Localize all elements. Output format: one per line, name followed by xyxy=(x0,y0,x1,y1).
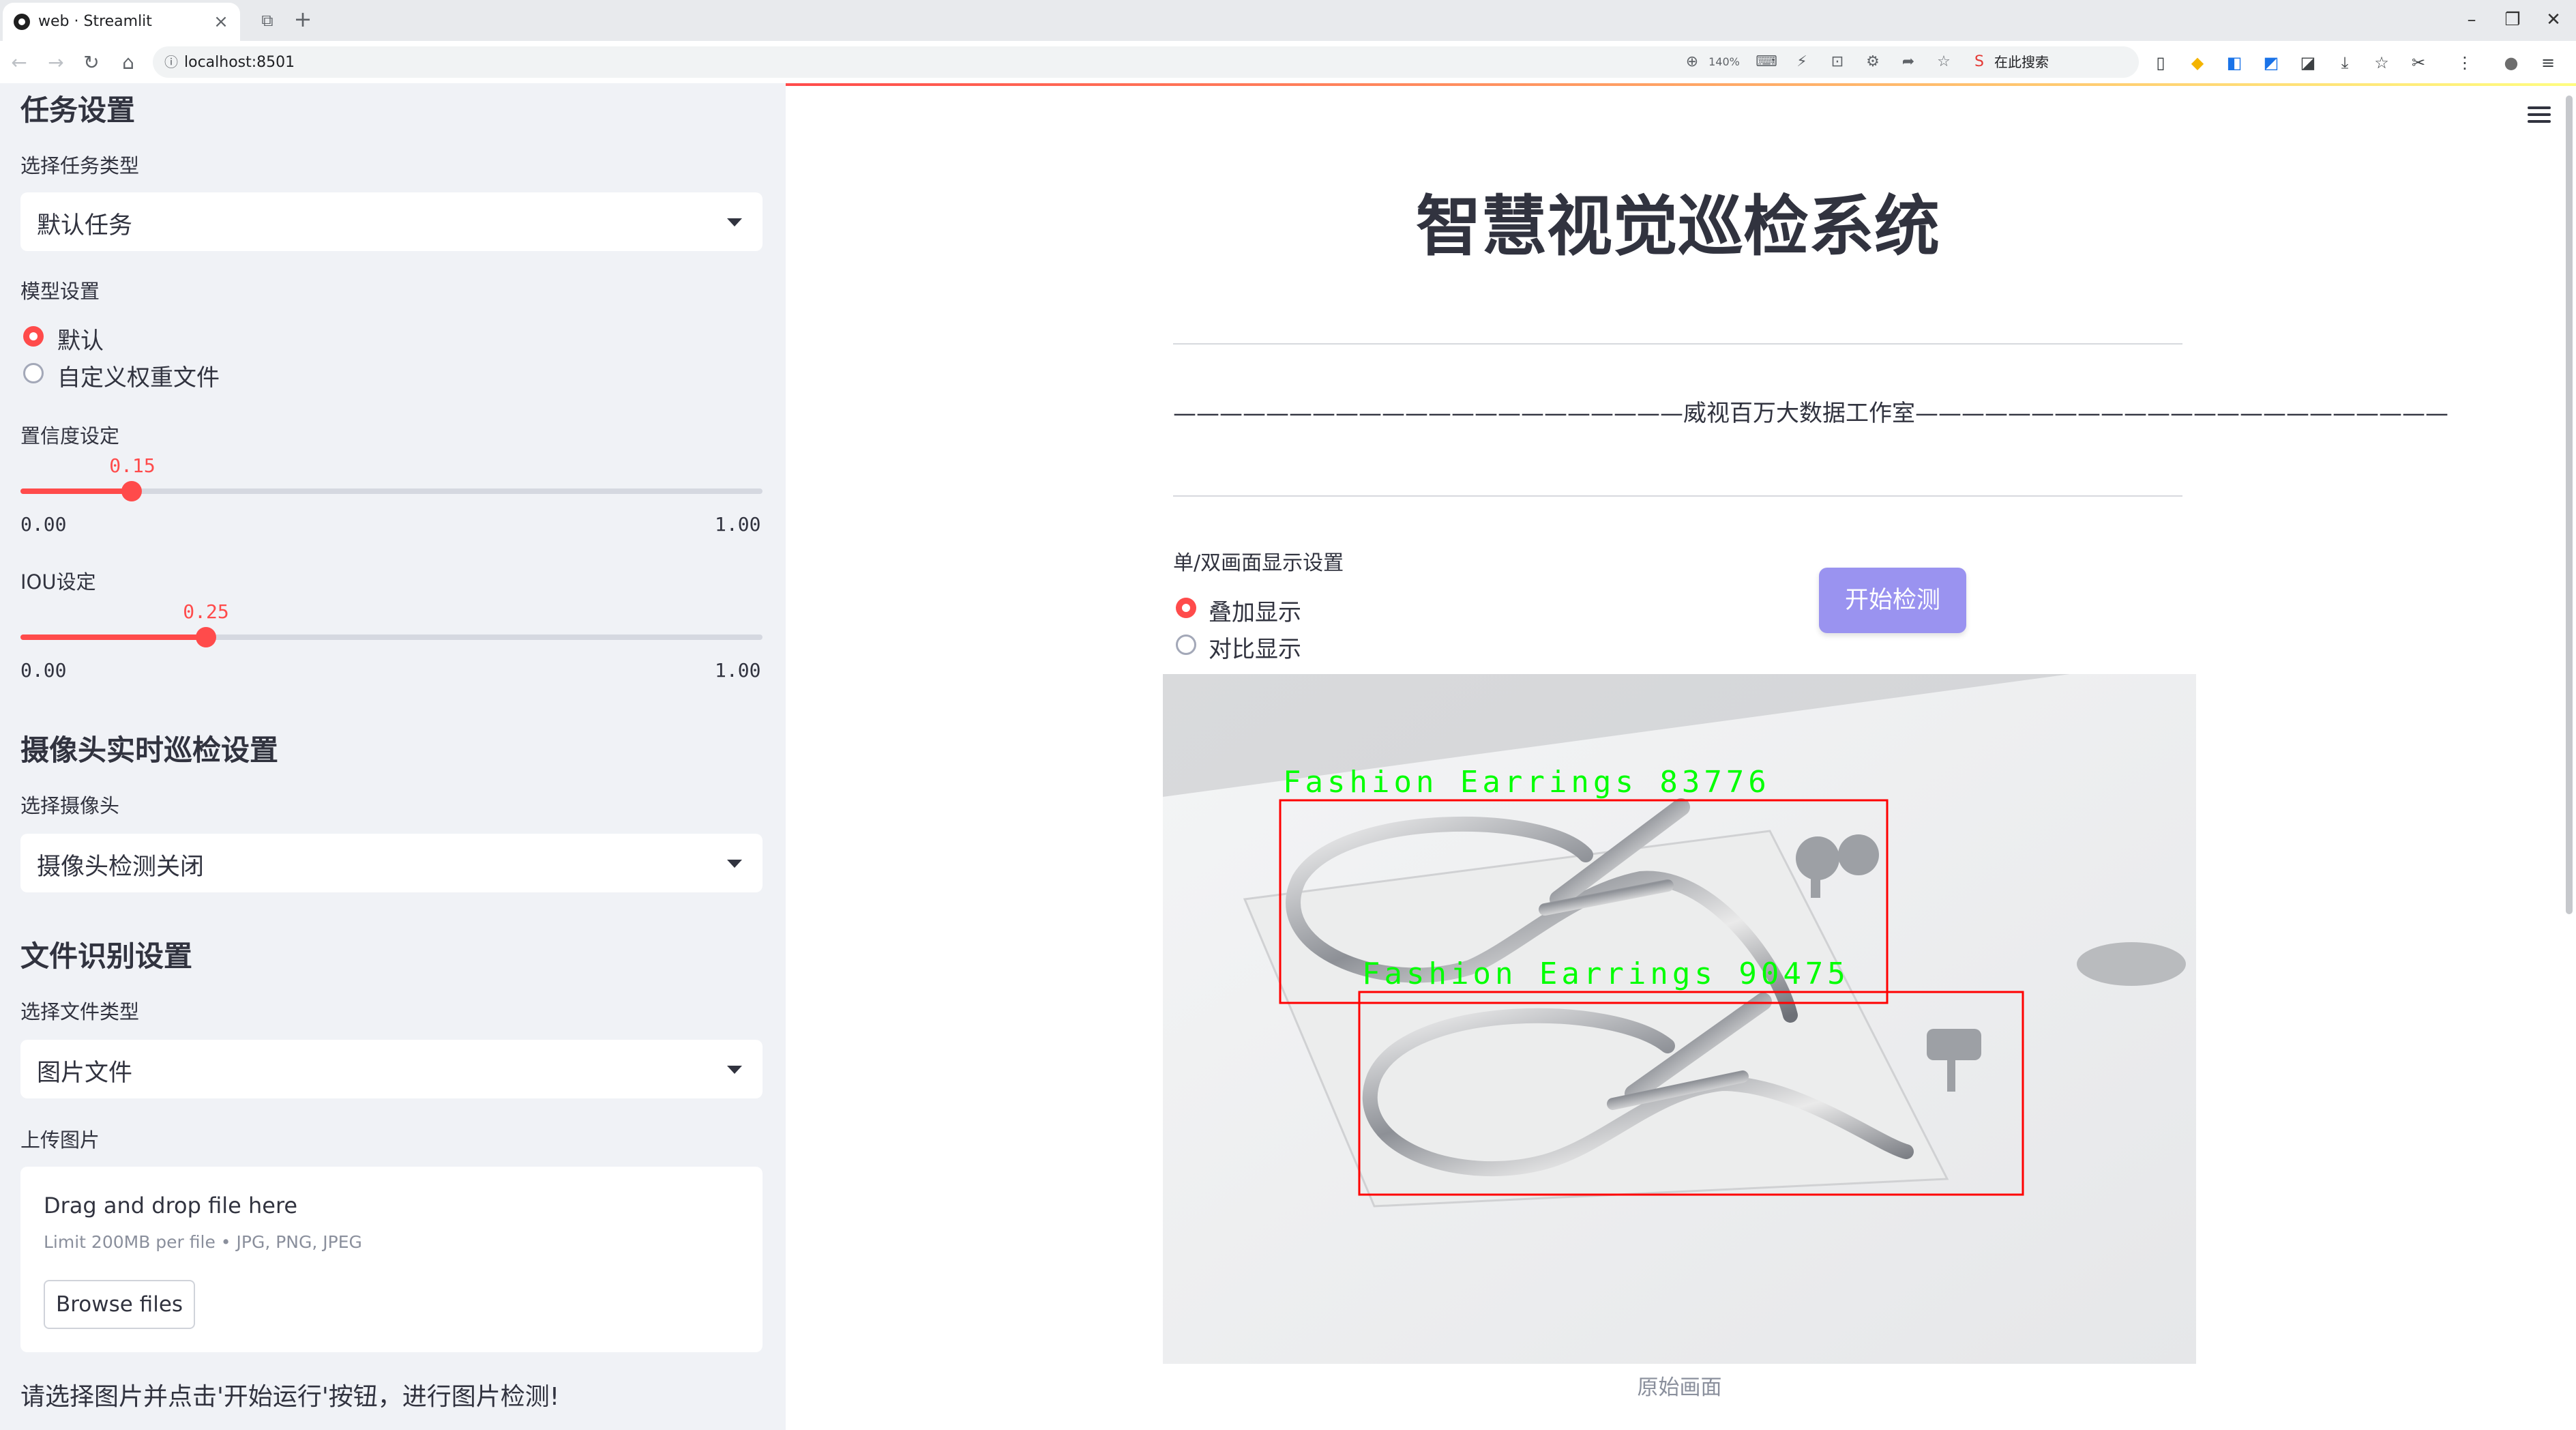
task-type-label: 选择任务类型 xyxy=(20,154,140,177)
hamburger-menu-icon[interactable] xyxy=(2528,106,2552,127)
display-radio-overlay[interactable] xyxy=(1176,598,1196,618)
iou-min: 0.00 xyxy=(20,659,67,682)
camera-section-title: 摄像头实时巡检设置 xyxy=(20,733,279,767)
site-info-icon[interactable]: ⓘ xyxy=(162,53,180,71)
iou-value: 0.25 xyxy=(183,600,229,623)
profile-avatar-icon[interactable]: ● xyxy=(2499,50,2523,75)
chevron-down-icon xyxy=(727,860,742,868)
file-type-select[interactable]: 图片文件 xyxy=(20,1040,763,1098)
camera-label: 选择摄像头 xyxy=(20,794,120,817)
new-tab-icon[interactable]: + xyxy=(289,5,316,33)
divider xyxy=(1173,495,2182,497)
screenshot-icon[interactable]: ⊡ xyxy=(1825,52,1850,72)
file-section-title: 文件识别设置 xyxy=(20,939,193,973)
file-dropzone[interactable]: Drag and drop file here Limit 200MB per … xyxy=(20,1167,763,1352)
confidence-slider-thumb[interactable] xyxy=(121,481,143,501)
home-icon[interactable]: ⌂ xyxy=(115,49,142,76)
model-radio-default[interactable] xyxy=(23,326,44,347)
window-close-icon[interactable]: ✕ xyxy=(2533,4,2574,35)
translate-icon[interactable]: ⌨ xyxy=(1754,52,1779,72)
task-type-select[interactable]: 默认任务 xyxy=(20,192,763,251)
model-option-custom[interactable]: 自定义权重文件 xyxy=(57,359,220,392)
browser-menu-icon[interactable]: ≡ xyxy=(2536,50,2560,75)
start-detection-button[interactable]: 开始检测 xyxy=(1819,568,1966,633)
iou-slider-thumb[interactable] xyxy=(196,627,216,647)
page-title: 智慧视觉巡检系统 xyxy=(1416,188,1940,265)
display-option-compare[interactable]: 对比显示 xyxy=(1209,630,1301,664)
reading-mode-icon[interactable]: ▯ xyxy=(2148,50,2173,75)
file-type-value: 图片文件 xyxy=(37,1060,133,1087)
detection-label-2: Fashion Earrings 90475 xyxy=(1362,957,1850,991)
sidebar-hint: 请选择图片并点击'开始运行'按钮，进行图片检测! xyxy=(20,1383,560,1411)
dropzone-limit: Limit 200MB per file • JPG, PNG, JPEG xyxy=(44,1232,362,1252)
confidence-slider-fill xyxy=(20,488,132,494)
reload-icon[interactable]: ↻ xyxy=(78,49,105,76)
iou-label: IOU设定 xyxy=(20,570,96,594)
extension-icon[interactable]: ⚙ xyxy=(1861,52,1885,72)
card-hole xyxy=(2077,942,2186,986)
bookmark-star-icon[interactable]: ☆ xyxy=(1931,52,1956,72)
image-caption: 原始画面 xyxy=(1637,1375,1722,1400)
zoom-icon[interactable]: ⊕ xyxy=(1682,52,1702,72)
task-type-value: 默认任务 xyxy=(37,212,133,239)
zoom-level[interactable]: 140% xyxy=(1704,52,1745,72)
file-type-label: 选择文件类型 xyxy=(20,1000,140,1023)
camera-value: 摄像头检测关闭 xyxy=(37,853,205,881)
back-icon[interactable]: ← xyxy=(5,49,33,76)
display-option-overlay[interactable]: 叠加显示 xyxy=(1209,594,1301,627)
iou-slider-fill xyxy=(20,634,206,640)
tab-groups-icon[interactable]: ⧉ xyxy=(254,7,281,34)
lightning-icon[interactable]: ⚡ xyxy=(1790,52,1814,72)
omnibox[interactable]: ⓘ localhost:8501 ⊕ 140% ⌨ ⚡ ⊡ ⚙ ➦ ☆ S 在此… xyxy=(153,46,2139,78)
streamlit-decoration-bar xyxy=(786,83,2576,86)
camera-select[interactable]: 摄像头检测关闭 xyxy=(20,834,763,892)
confidence-value: 0.15 xyxy=(109,454,156,477)
model-label: 模型设置 xyxy=(20,280,100,303)
sidebar: 任务设置 选择任务类型 默认任务 模型设置 默认 自定义权重文件 置信度设定 0… xyxy=(0,83,786,1430)
minimize-icon[interactable]: – xyxy=(2451,4,2492,35)
chevron-down-icon xyxy=(727,218,742,227)
display-mode-label: 单/双画面显示设置 xyxy=(1173,551,1344,575)
tab-close-icon[interactable]: × xyxy=(207,8,235,35)
restore-icon[interactable]: ❐ xyxy=(2492,4,2533,35)
upload-label: 上传图片 xyxy=(20,1128,100,1152)
favorites-icon[interactable]: ☆ xyxy=(2369,50,2394,75)
search-engine-icon[interactable]: S xyxy=(1967,52,1992,72)
share-icon[interactable]: ➦ xyxy=(1896,52,1921,72)
chevron-down-icon xyxy=(727,1066,742,1074)
confidence-label: 置信度设定 xyxy=(20,424,120,448)
studio-subtitle: ——————————————————————威视百万大数据工作室————————… xyxy=(1173,400,2448,427)
cut-icon[interactable]: ✂ xyxy=(2406,50,2431,75)
address-bar-row: ← → ↻ ⌂ ⓘ localhost:8501 ⊕ 140% ⌨ ⚡ ⊡ ⚙ … xyxy=(0,41,2576,84)
search-placeholder: 在此搜索 xyxy=(1994,54,2049,70)
dropzone-text: Drag and drop file here xyxy=(44,1193,298,1219)
task-section-title: 任务设置 xyxy=(20,93,136,127)
extension-1-icon[interactable]: ◆ xyxy=(2185,50,2210,75)
confidence-slider[interactable] xyxy=(20,481,763,501)
extension-4-icon[interactable]: ◪ xyxy=(2296,50,2320,75)
model-option-default[interactable]: 默认 xyxy=(57,322,104,355)
confidence-max: 1.00 xyxy=(715,513,761,536)
iou-slider[interactable] xyxy=(20,627,763,647)
browse-files-button[interactable]: Browse files xyxy=(44,1280,195,1329)
more-menu-icon[interactable]: ⋮ xyxy=(2453,50,2477,75)
display-radio-compare[interactable] xyxy=(1176,634,1196,655)
confidence-min: 0.00 xyxy=(20,513,67,536)
detection-label-1: Fashion Earrings 83776 xyxy=(1283,765,1771,800)
browser-tab[interactable]: web · Streamlit × xyxy=(3,3,240,41)
scrollbar[interactable] xyxy=(2566,96,2573,914)
streamlit-favicon-icon xyxy=(14,14,30,30)
detection-result-image: Fashion Earrings 83776 Fashion Earrings … xyxy=(1163,674,2196,1364)
forward-icon[interactable]: → xyxy=(42,49,70,76)
download-icon[interactable]: ⤓ xyxy=(2333,50,2357,75)
browser-tab-bar: web · Streamlit × ⧉ + – ❐ ✕ xyxy=(0,0,2576,41)
extension-3-icon[interactable]: ◩ xyxy=(2259,50,2283,75)
divider xyxy=(1173,343,2182,345)
extension-2-icon[interactable]: ◧ xyxy=(2222,50,2247,75)
model-radio-custom[interactable] xyxy=(23,363,44,383)
url-text[interactable]: localhost:8501 xyxy=(184,54,295,71)
iou-max: 1.00 xyxy=(715,659,761,682)
tab-title: web · Streamlit xyxy=(38,13,152,30)
